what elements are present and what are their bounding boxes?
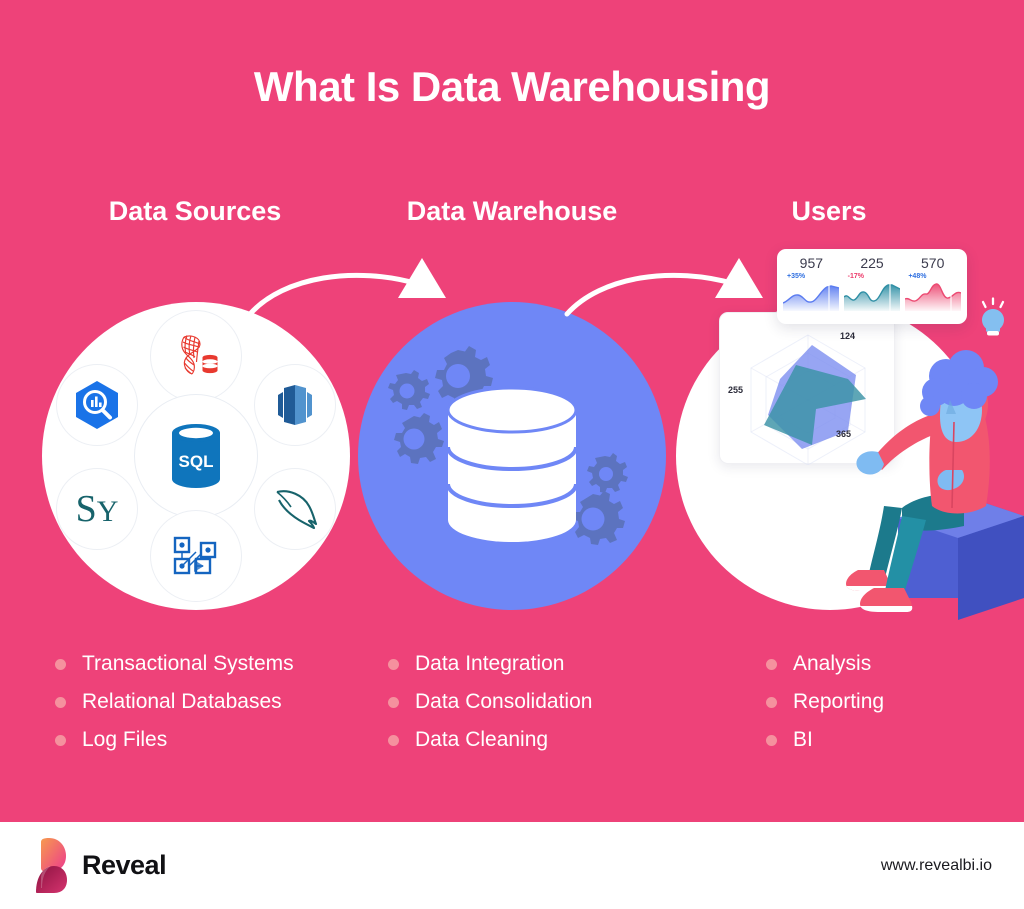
sql-server-db-cylinder <box>202 354 218 374</box>
kpi-tile-2: 570 +48% <box>902 255 963 324</box>
svg-text:SY: SY <box>76 488 119 530</box>
bullet-dot-icon <box>388 734 399 746</box>
flow-arrow-1 <box>247 258 446 317</box>
list-item: Data Consolidation <box>388 683 592 721</box>
list-item: Log Files <box>55 721 294 759</box>
kpi-tile-1: 225 -17% <box>842 255 903 324</box>
bullet-label: Reporting <box>793 690 885 713</box>
bullet-dot-icon <box>766 658 777 670</box>
reveal-logo[interactable]: Reveal <box>32 837 167 894</box>
google-bigquery-icon <box>76 381 118 429</box>
list-item: Analysis <box>766 645 884 683</box>
bullet-label: Data Consolidation <box>415 690 593 713</box>
kpi-sparkline-1 <box>844 283 900 311</box>
reveal-wordmark: Reveal <box>82 850 167 880</box>
data-warehouse-circle <box>358 302 666 610</box>
gear-icon <box>394 413 444 464</box>
sql-database-logo-bubble: SQL <box>134 394 258 518</box>
bullet-label: Relational Databases <box>82 690 282 713</box>
bullet-label: Log Files <box>82 728 168 751</box>
sybase-logo-bubble: SY <box>56 468 138 550</box>
column-heading-data-sources: Data Sources <box>108 196 282 226</box>
kpi-value-0: 957 <box>799 255 824 271</box>
bullet-dot-icon <box>55 696 66 708</box>
page-title: What Is Data Warehousing <box>253 63 771 110</box>
list-item: Data Cleaning <box>388 721 592 759</box>
google-bigquery-logo-bubble <box>56 364 138 446</box>
sql-server-icon <box>181 335 218 375</box>
kpi-tile-0: 957 +35% <box>781 255 842 324</box>
kpi-sparkline-2 <box>904 283 961 311</box>
radar-label-1: 255 <box>728 385 744 395</box>
bullet-dot-icon <box>766 734 777 746</box>
flow-arrow-2 <box>564 258 763 317</box>
kpi-delta-0: +35% <box>787 273 806 280</box>
ssis-logo-bubble <box>150 510 242 602</box>
mysql-icon <box>276 490 318 530</box>
kpi-value-1: 225 <box>860 255 884 271</box>
website-url[interactable]: www.revealbi.io <box>881 857 992 875</box>
warehouse-illustration <box>388 346 628 545</box>
bullet-label: Data Cleaning <box>415 728 549 751</box>
bullet-label: Data Integration <box>415 652 565 675</box>
kpi-sparkline-0 <box>783 283 840 311</box>
footer-bar: Reveal www.revealbi.io <box>0 822 1024 909</box>
amazon-redshift-icon <box>278 385 312 425</box>
gear-icon <box>587 453 628 493</box>
kpi-card: 957 +35% 225 -17% 570 +48% <box>777 249 967 324</box>
list-item: Reporting <box>766 683 884 721</box>
mysql-logo-bubble <box>254 468 336 550</box>
list-item: BI <box>766 721 884 759</box>
kpi-delta-1: -17% <box>847 273 865 280</box>
ssis-icon <box>173 536 217 575</box>
database-cylinder-icon <box>446 386 578 542</box>
sybase-icon: SY <box>76 488 119 530</box>
bullet-list-data-sources: Transactional Systems Relational Databas… <box>55 645 294 759</box>
bullet-label: BI <box>793 728 813 751</box>
bullet-list-users: Analysis Reporting BI <box>766 645 884 759</box>
bullet-label: Analysis <box>793 652 872 675</box>
gear-icon <box>388 370 430 410</box>
bullet-dot-icon <box>766 696 777 708</box>
arrowhead-icon <box>398 258 446 298</box>
amazon-redshift-logo-bubble <box>254 364 336 446</box>
list-item: Data Integration <box>388 645 592 683</box>
bullet-dot-icon <box>388 658 399 670</box>
bullet-dot-icon <box>55 734 66 746</box>
kpi-delta-2: +48% <box>908 273 927 280</box>
kpi-value-2: 570 <box>921 255 945 271</box>
list-item: Transactional Systems <box>55 645 294 683</box>
list-item: Relational Databases <box>55 683 294 721</box>
bullet-dot-icon <box>55 658 66 670</box>
sql-server-logo-bubble <box>150 310 242 402</box>
person-illustration <box>846 350 1024 620</box>
bullet-dot-icon <box>388 696 399 708</box>
column-heading-data-warehouse: Data Warehouse <box>406 196 618 226</box>
infographic-canvas: What Is Data Warehousing Data Sources Da… <box>0 0 1024 909</box>
arrowhead-icon <box>715 258 763 298</box>
bullet-list-data-warehouse: Data Integration Data Consolidation Data… <box>388 645 592 759</box>
data-sources-circle: SQL SY <box>42 302 350 610</box>
reveal-logo-icon <box>36 837 67 893</box>
gear-icon <box>572 491 625 545</box>
bullet-label: Transactional Systems <box>82 652 294 675</box>
column-heading-users: Users <box>791 196 867 226</box>
sql-database-label: SQL <box>179 452 214 471</box>
sql-database-icon: SQL <box>172 424 220 488</box>
